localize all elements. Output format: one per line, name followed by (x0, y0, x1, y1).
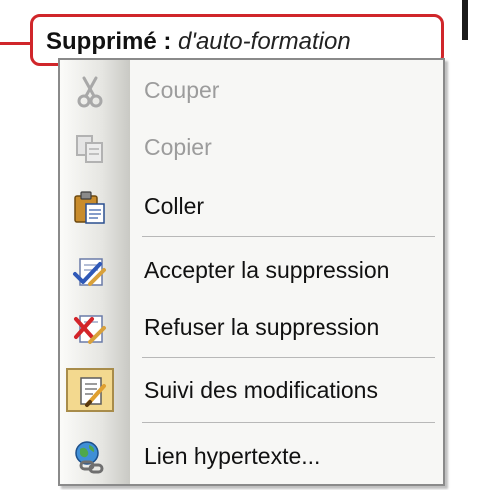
menu-item-hyperlink[interactable]: Lien hypertexte... (60, 432, 443, 482)
track-changes-icon (80, 377, 106, 407)
menu-item-track-changes[interactable]: Suivi des modifications (60, 366, 443, 416)
menu-item-copy[interactable]: Copier (60, 123, 443, 173)
balloon-connector-line (0, 42, 34, 45)
menu-item-label: Accepter la suppression (144, 257, 390, 283)
menu-item-label: Couper (144, 77, 220, 103)
menu-item-label: Lien hypertexte... (144, 443, 321, 469)
menu-separator (142, 357, 435, 358)
context-menu: Couper Copier Coller Accepter la suppres… (58, 58, 445, 486)
scissors-icon (77, 76, 103, 108)
paste-icon (74, 191, 105, 224)
menu-item-label: Copier (144, 134, 212, 160)
hyperlink-icon (75, 441, 104, 474)
balloon-deleted-text: d'auto-formation (178, 28, 351, 55)
accept-change-icon (73, 258, 106, 286)
menu-item-paste[interactable]: Coller (60, 182, 443, 232)
reject-change-icon (74, 315, 106, 344)
menu-item-accept-deletion[interactable]: Accepter la suppression (60, 246, 443, 296)
copy-icon (76, 135, 103, 163)
menu-item-cut[interactable]: Couper (60, 66, 443, 116)
document-area: Supprimé : d'auto-formation Couper Copie… (0, 0, 481, 490)
menu-item-label: Suivi des modifications (144, 377, 378, 403)
menu-item-label: Coller (144, 193, 205, 219)
balloon-prefix: Supprimé : (46, 28, 172, 55)
document-margin-bar (462, 0, 468, 40)
menu-item-label: Refuser la suppression (144, 314, 380, 340)
menu-separator (142, 236, 435, 237)
menu-separator (142, 422, 435, 423)
menu-item-reject-deletion[interactable]: Refuser la suppression (60, 303, 443, 353)
deletion-balloon-text: Supprimé : d'auto-formation (46, 28, 351, 56)
